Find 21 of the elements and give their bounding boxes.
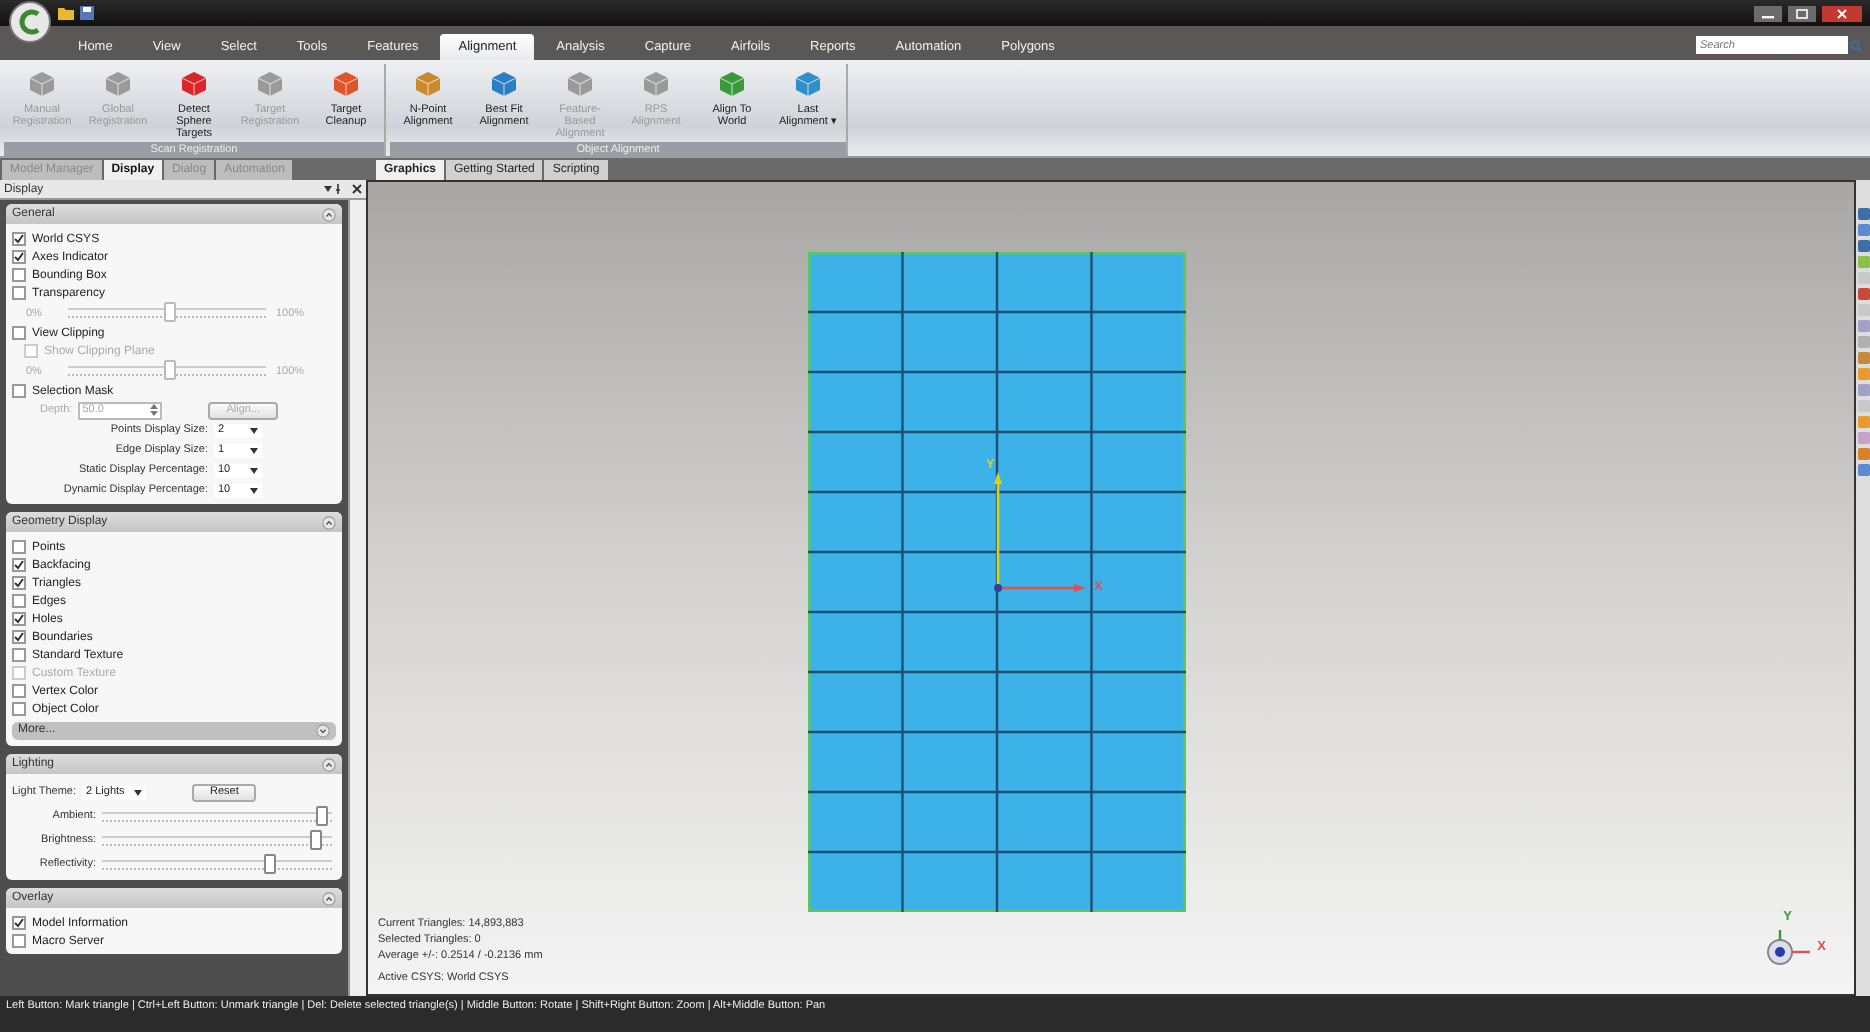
collapse-icon[interactable]	[322, 757, 336, 771]
slider-thumb[interactable]	[263, 853, 276, 873]
minimize-icon[interactable]	[1754, 5, 1782, 21]
collapse-icon[interactable]	[322, 207, 336, 221]
collapse-icon[interactable]	[322, 515, 336, 529]
dropdown-arrow-icon	[250, 427, 258, 433]
scrollbar[interactable]	[348, 200, 366, 996]
close-icon[interactable]	[352, 184, 362, 194]
dropdown-arrow-icon	[250, 467, 258, 473]
expand-icon[interactable]	[316, 723, 330, 737]
save-icon[interactable]	[80, 6, 94, 20]
collapse-icon[interactable]	[322, 891, 336, 905]
maximize-icon[interactable]	[1788, 5, 1816, 21]
dropdown-arrow-icon	[250, 447, 258, 453]
folder-icon[interactable]	[58, 6, 74, 20]
checkmark-icon	[14, 918, 24, 928]
dropdown-arrow-icon	[134, 789, 143, 795]
dropdown-arrow-icon	[250, 487, 258, 493]
slider-thumb[interactable]	[316, 805, 329, 825]
close-icon[interactable]	[1822, 5, 1862, 21]
slider-thumb[interactable]	[309, 829, 322, 849]
